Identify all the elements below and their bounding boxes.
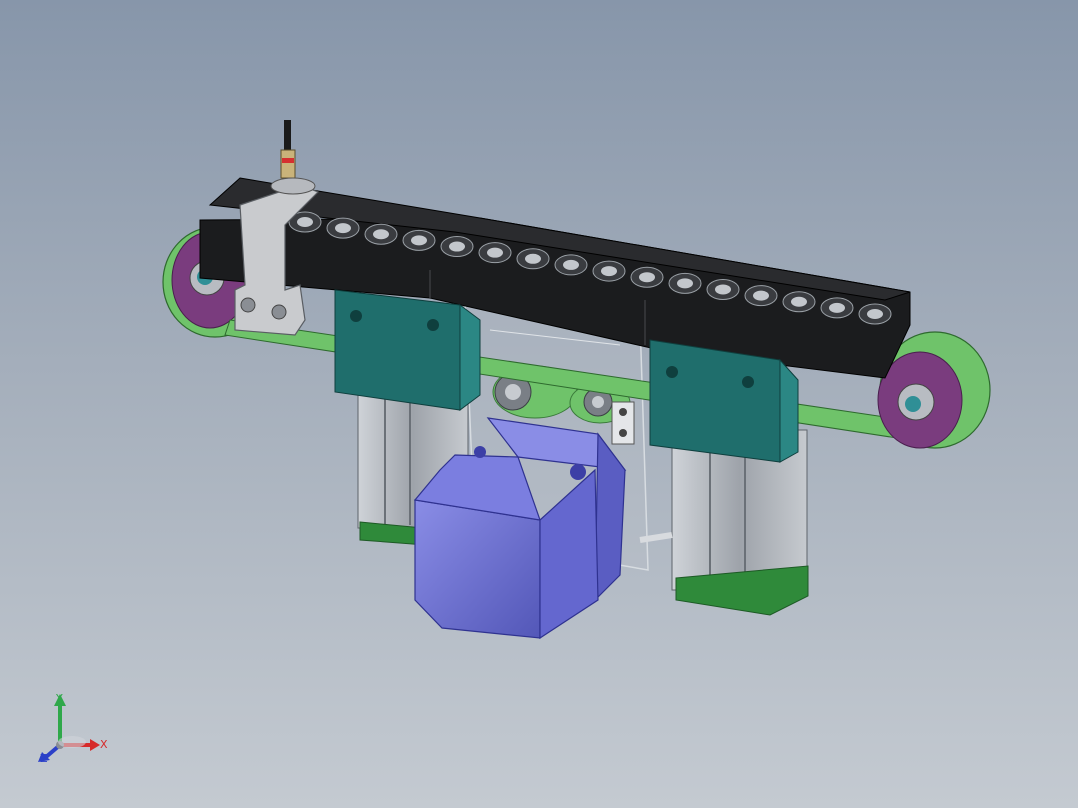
belt-roller-hub [411, 235, 427, 246]
belt-roller-hub [449, 241, 465, 252]
belt-roller-hub [563, 259, 579, 270]
belt-roller-hub [601, 266, 617, 277]
belt-roller-hub [867, 309, 883, 319]
mounting-block-left[interactable] [334, 289, 481, 411]
belt-roller-hub [373, 229, 389, 240]
belt-roller-hub [335, 223, 351, 234]
triad-z-label: Z [40, 752, 48, 765]
triad-y-label: Y [56, 692, 63, 705]
belt-roller-hub [297, 217, 313, 227]
proximity-sensor[interactable] [270, 120, 316, 195]
belt-roller-hub [639, 272, 655, 283]
belt-roller-hub [487, 247, 503, 258]
belt-roller-hub [791, 296, 807, 307]
belt-roller-hub [753, 290, 769, 301]
assembly-model[interactable] [0, 0, 1078, 808]
belt-roller-hub [715, 284, 731, 295]
triad-x-label: X [100, 738, 108, 751]
cad-viewport[interactable]: Y X Z [0, 0, 1078, 808]
belt-roller-hub [829, 302, 845, 313]
coordinate-triad[interactable]: Y X Z [30, 690, 120, 770]
belt-roller-hub [677, 278, 693, 289]
belt-roller-hub [525, 253, 541, 264]
